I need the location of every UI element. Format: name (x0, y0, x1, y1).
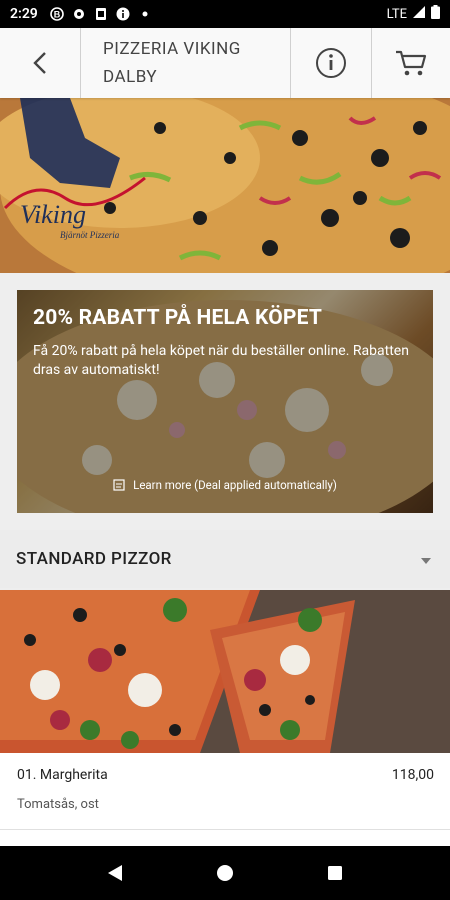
category-image (0, 590, 450, 753)
info-icon (316, 48, 346, 78)
dropdown-arrow-icon (420, 550, 432, 569)
restaurant-location: DALBY (103, 67, 158, 87)
app-header: PIZZERIA VIKING DALBY (0, 28, 450, 98)
nav-recents-button[interactable] (315, 853, 355, 893)
home-circle-icon (217, 865, 233, 881)
learn-more-link[interactable]: Learn more (Deal applied automatically) (17, 478, 433, 492)
pizza-photo: Viking Bjärnöt Pizzeria (0, 98, 450, 273)
document-icon (113, 479, 125, 491)
recents-square-icon (328, 866, 342, 880)
back-button[interactable] (0, 28, 81, 98)
info-button[interactable] (291, 28, 372, 98)
product-price: 118,00 (391, 767, 434, 783)
nav-home-button[interactable] (205, 853, 245, 893)
restaurant-name: PIZZERIA VIKING (103, 39, 241, 59)
settings-icon (72, 7, 86, 21)
category-label: STANDARD PIZZOR (16, 549, 172, 569)
status-bar: 2:29 B LTE (0, 0, 450, 28)
logo-subtitle: Bjärnöt Pizzeria (60, 230, 120, 240)
promo-card[interactable]: 20% RABATT PÅ HELA KÖPET Få 20% rabatt p… (17, 290, 433, 513)
cart-button[interactable] (372, 28, 450, 98)
cart-icon (396, 50, 427, 76)
product-description: Tomatsås, ost (17, 797, 99, 812)
pizza-slices-photo (0, 590, 450, 753)
dot-icon (138, 7, 152, 21)
network-type-label: LTE (386, 6, 407, 22)
logo-text: Viking (20, 200, 86, 229)
battery-icon (431, 5, 440, 23)
restaurant-title: PIZZERIA VIKING DALBY (81, 28, 291, 98)
next-product-item[interactable] (0, 829, 450, 847)
blocked-notification-icon (94, 7, 108, 21)
system-navigation-bar (0, 846, 450, 900)
info-status-icon (116, 7, 130, 21)
status-time: 2:29 (10, 6, 38, 22)
hero-banner-image: Viking Bjärnöt Pizzeria (0, 98, 450, 273)
svg-text:B: B (54, 10, 61, 20)
product-name: 01. Margherita (17, 767, 108, 783)
signal-icon (413, 6, 425, 22)
nav-back-button[interactable] (95, 853, 135, 893)
notification-icon: B (50, 7, 64, 21)
back-triangle-icon (108, 865, 122, 881)
promo-description: Få 20% rabatt på hela köpet när du bestä… (33, 343, 409, 378)
product-item-margherita[interactable]: 01. Margherita 118,00 Tomatsås, ost (0, 753, 450, 829)
promo-heading: 20% RABATT PÅ HELA KÖPET (33, 306, 323, 330)
chevron-left-icon (33, 52, 46, 74)
category-header[interactable]: STANDARD PIZZOR (0, 530, 450, 588)
learn-more-label: Learn more (Deal applied automatically) (133, 478, 337, 492)
